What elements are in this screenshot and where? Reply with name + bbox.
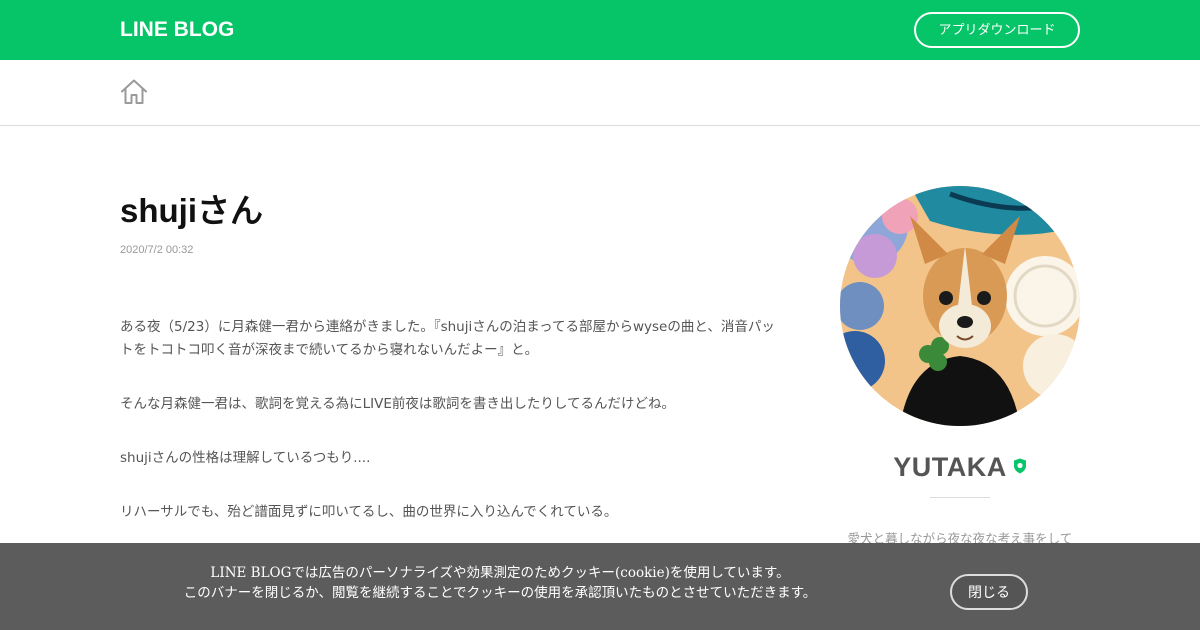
post-paragraph: shujiさんの性格は理解しているつもり.... [120, 450, 371, 466]
cookie-close-button[interactable]: 閉じる [950, 574, 1028, 610]
cookie-notice: LINE BLOGでは広告のパーソナライズや効果測定のためクッキー(cookie… [0, 563, 1000, 603]
verified-shield-icon [1013, 450, 1027, 481]
post-paragraph: ある夜（5/23）に月森健一君から連絡がきました。『shujiさんの泊まってる部… [120, 319, 775, 358]
post-title: shujiさん [120, 192, 264, 229]
cookie-notice-line: このバナーを閉じるか、閲覧を継続することでクッキーの使用を承認頂いたものとさせて… [183, 585, 817, 601]
profile-name-text: YUTAKA [893, 452, 1007, 482]
line-blog-logo[interactable]: LINE BLOG [120, 17, 234, 43]
post-body: ある夜（5/23）に月森健一君から連絡がきました。『shujiさんの泊まってる部… [120, 316, 780, 555]
home-icon[interactable] [119, 77, 149, 107]
cookie-banner: LINE BLOGでは広告のパーソナライズや効果測定のためクッキー(cookie… [0, 543, 1200, 630]
cookie-notice-line: LINE BLOGでは広告のパーソナライズや効果測定のためクッキー(cookie… [210, 565, 790, 581]
app-download-button[interactable]: アプリダウンロード [914, 12, 1080, 48]
profile-avatar[interactable] [840, 186, 1080, 426]
sub-navigation [0, 60, 1200, 126]
post-paragraph: リハーサルでも、殆ど譜面見ずに叩いてるし、曲の世界に入り込んでくれている。 [120, 504, 618, 520]
post-date: 2020/7/2 00:32 [120, 244, 194, 256]
top-header: LINE BLOG アプリダウンロード [0, 0, 1200, 60]
name-divider [930, 497, 990, 498]
post-paragraph: そんな月森健一君は、歌詞を覚える為にLIVE前夜は歌詞を書き出したりしてるんだけ… [120, 396, 675, 412]
profile-name[interactable]: YUTAKA [840, 452, 1080, 484]
